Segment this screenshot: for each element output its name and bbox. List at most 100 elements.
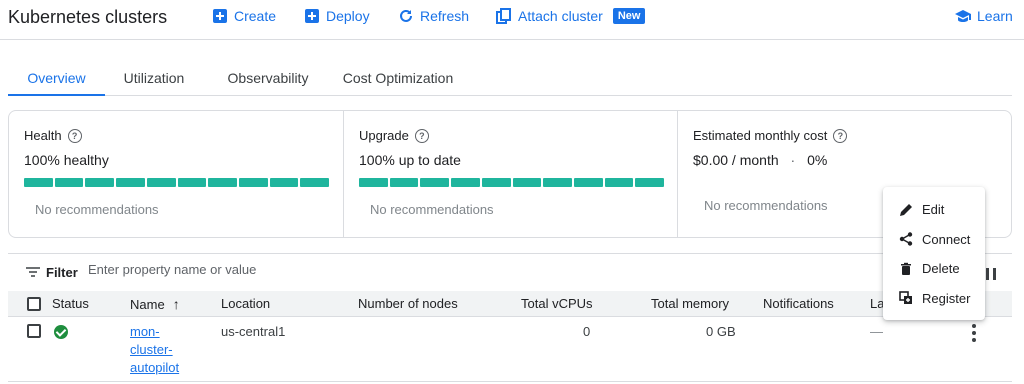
bar-segment	[24, 178, 53, 187]
cluster-name-line: cluster-	[130, 342, 173, 357]
tab-bar: Overview Utilization Observability Cost …	[8, 58, 1012, 96]
table-row: mon- cluster- autopilot us-central1 0 0 …	[8, 318, 1012, 382]
bar-segment	[359, 178, 388, 187]
bar-segment	[604, 178, 634, 187]
delete-icon	[901, 262, 911, 275]
attach-icon	[496, 8, 511, 24]
tab-utilization[interactable]: Utilization	[117, 58, 191, 96]
edit-icon	[900, 203, 912, 216]
menu-item-label: Delete	[922, 261, 960, 277]
health-section: Health ? 100% healthy No recommendations	[9, 111, 344, 237]
filter-label: Filter	[46, 265, 78, 280]
filter-icon[interactable]	[26, 267, 40, 277]
bar-segment	[85, 178, 115, 187]
health-note: No recommendations	[35, 202, 159, 217]
menu-item-delete[interactable]: Delete	[883, 254, 985, 284]
cell-vcpus: 0	[583, 324, 591, 339]
status-ok-icon	[54, 325, 68, 339]
column-name-label: Name	[130, 297, 165, 312]
health-bar	[24, 178, 330, 187]
bar-segment	[116, 178, 145, 187]
column-name[interactable]: Name ↑	[130, 296, 180, 312]
bar-segment	[269, 178, 299, 187]
create-label: Create	[234, 8, 277, 24]
menu-item-edit[interactable]: Edit	[883, 195, 985, 225]
filter-input[interactable]	[88, 262, 488, 277]
cell-labels: —	[870, 324, 883, 339]
cost-header: Estimated monthly cost ?	[693, 128, 848, 143]
help-icon[interactable]: ?	[833, 128, 848, 143]
refresh-label: Refresh	[420, 8, 470, 24]
bar-segment	[543, 178, 572, 187]
row-actions-menu: Edit Connect Delete Register	[883, 187, 985, 320]
upgrade-header: Upgrade ?	[359, 128, 429, 143]
table-header: Status Name ↑ Location Number of nodes To…	[8, 291, 1012, 317]
bar-segment	[238, 178, 268, 187]
cluster-name-line: mon-	[130, 324, 160, 339]
help-icon[interactable]: ?	[67, 128, 82, 143]
column-vcpus[interactable]: Total vCPUs	[521, 296, 593, 311]
health-value: 100% healthy	[24, 152, 109, 168]
upgrade-value: 100% up to date	[359, 152, 461, 168]
menu-item-label: Register	[922, 290, 971, 306]
cost-value: $0.00 / month · 0%	[693, 152, 827, 168]
top-bar: Kubernetes clusters Create Deploy Refres…	[0, 0, 1024, 40]
cell-location: us-central1	[221, 324, 286, 339]
help-icon[interactable]: ?	[414, 128, 429, 143]
cost-percent: 0%	[807, 152, 828, 168]
tab-overview[interactable]: Overview	[8, 58, 105, 96]
column-notifications[interactable]: Notifications	[763, 296, 834, 311]
upgrade-title: Upgrade	[359, 128, 409, 143]
learn-label: Learn	[977, 8, 1013, 24]
bar-segment	[389, 178, 419, 187]
page-title: Kubernetes clusters	[8, 7, 168, 27]
select-all-checkbox[interactable]	[27, 297, 41, 311]
tab-cost-optimization[interactable]: Cost Optimization	[338, 58, 458, 96]
health-header: Health ?	[24, 128, 82, 143]
column-memory[interactable]: Total memory	[651, 296, 729, 311]
summary-card: Health ? 100% healthy No recommendations…	[8, 110, 1012, 238]
register-icon	[899, 291, 912, 305]
refresh-icon	[400, 9, 412, 22]
bar-segment	[512, 178, 542, 187]
menu-item-label: Connect	[922, 231, 971, 247]
sort-arrow-icon: ↑	[172, 296, 180, 312]
bar-segment	[146, 178, 176, 187]
bar-segment	[451, 178, 480, 187]
bar-segment	[635, 178, 665, 187]
row-actions-menu-icon[interactable]	[970, 324, 978, 342]
bar-segment	[481, 178, 511, 187]
create-button[interactable]: Create	[212, 8, 276, 24]
cluster-name-line: autopilot	[130, 360, 180, 375]
column-location[interactable]: Location	[221, 296, 270, 311]
column-display-icon[interactable]	[986, 268, 996, 280]
attach-cluster-label: Attach cluster	[518, 8, 603, 24]
bar-segment	[54, 178, 84, 187]
menu-item-register[interactable]: Register	[883, 284, 985, 314]
learn-button[interactable]: Learn	[955, 8, 1013, 24]
menu-item-label: Edit	[922, 202, 945, 218]
upgrade-section: Upgrade ? 100% up to date No recommendat…	[344, 111, 678, 237]
bar-segment	[573, 178, 603, 187]
new-badge: New	[612, 8, 646, 24]
bar-segment	[208, 178, 237, 187]
column-nodes[interactable]: Number of nodes	[358, 296, 458, 311]
attach-cluster-button[interactable]: Attach cluster New	[496, 8, 646, 24]
deploy-button[interactable]: Deploy	[304, 8, 370, 24]
cell-memory: 0 GB	[706, 324, 736, 339]
cost-separator: ·	[790, 152, 796, 168]
school-icon	[955, 10, 971, 22]
cluster-name-link[interactable]: mon- cluster- autopilot	[130, 323, 190, 377]
refresh-button[interactable]: Refresh	[398, 8, 469, 24]
add-box-icon	[213, 9, 227, 23]
column-status[interactable]: Status	[52, 296, 89, 311]
upgrade-bar	[359, 178, 665, 187]
bar-segment	[420, 178, 450, 187]
bar-segment	[177, 178, 207, 187]
deploy-label: Deploy	[326, 8, 370, 24]
add-box-icon	[305, 9, 319, 23]
tab-observability[interactable]: Observability	[218, 58, 318, 96]
row-checkbox[interactable]	[27, 324, 41, 338]
menu-item-connect[interactable]: Connect	[883, 225, 985, 255]
upgrade-note: No recommendations	[370, 202, 494, 217]
